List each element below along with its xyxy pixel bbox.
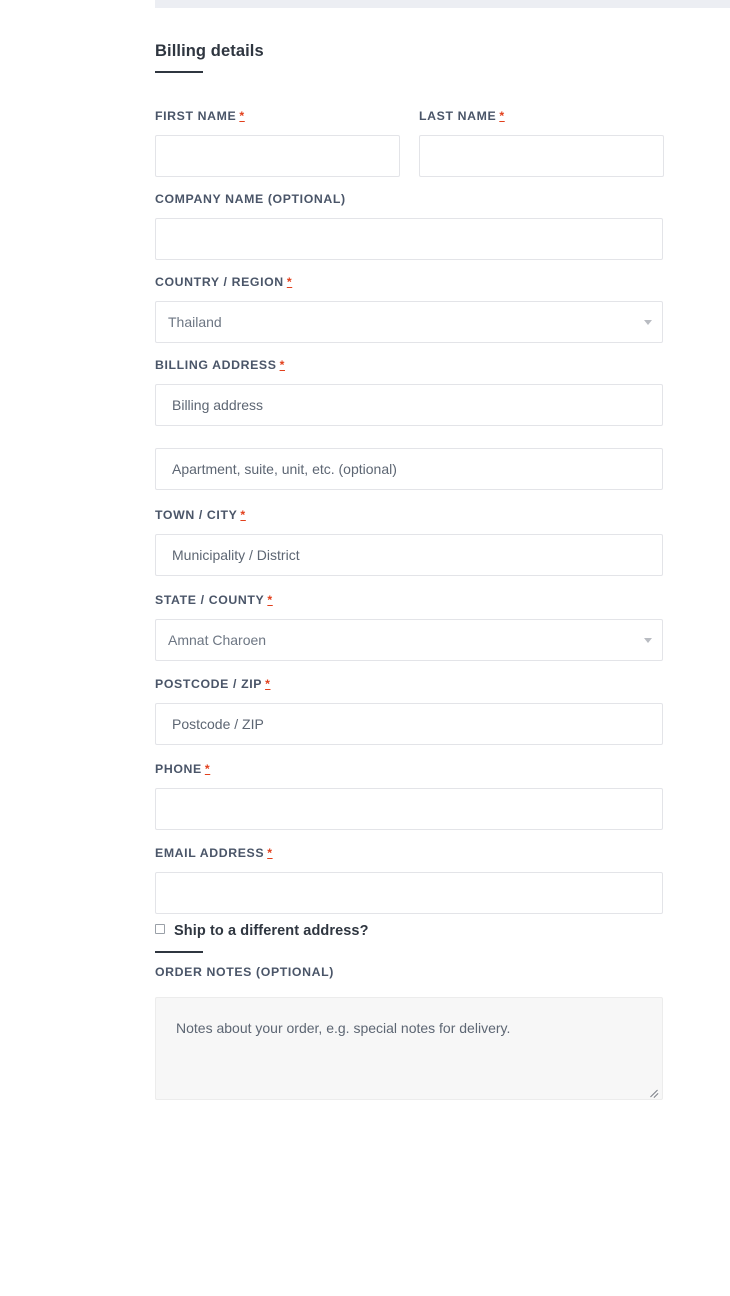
last-name-group: LAST NAME * — [419, 109, 664, 177]
required-marker: * — [265, 677, 271, 691]
required-marker: * — [240, 508, 246, 522]
country-region-group: COUNTRY / REGION * Thailand — [155, 275, 663, 343]
postcode-zip-input[interactable] — [155, 703, 663, 745]
name-row: FIRST NAME * LAST NAME * — [155, 109, 664, 177]
order-notes-group: ORDER NOTES (OPTIONAL) — [155, 965, 663, 1100]
checkbox-unchecked-icon[interactable] — [155, 924, 165, 934]
page-title: Billing details — [155, 42, 264, 60]
billing-address-line2-input[interactable] — [155, 448, 663, 490]
required-marker: * — [499, 109, 505, 123]
state-county-group: STATE / COUNTY * Amnat Charoen — [155, 593, 663, 661]
email-address-group: EMAIL ADDRESS * — [155, 846, 663, 914]
ship-different-address-row[interactable]: Ship to a different address? — [155, 923, 663, 939]
required-marker: * — [239, 109, 245, 123]
town-city-label: TOWN / CITY * — [155, 508, 246, 522]
company-name-group: COMPANY NAME (OPTIONAL) — [155, 192, 663, 260]
postcode-zip-label: POSTCODE / ZIP * — [155, 677, 271, 691]
company-name-label: COMPANY NAME (OPTIONAL) — [155, 192, 346, 206]
billing-address-input[interactable] — [155, 384, 663, 426]
first-name-label: FIRST NAME * — [155, 109, 245, 123]
order-notes-label: ORDER NOTES (OPTIONAL) — [155, 965, 334, 979]
town-city-group: TOWN / CITY * — [155, 508, 663, 576]
country-region-label: COUNTRY / REGION * — [155, 275, 293, 289]
required-marker: * — [286, 275, 293, 289]
phone-label: PHONE * — [155, 762, 211, 776]
required-marker: * — [267, 593, 273, 607]
billing-address-label: BILLING ADDRESS * — [155, 358, 285, 372]
last-name-label: LAST NAME * — [419, 109, 505, 123]
state-county-select[interactable]: Amnat Charoen — [155, 619, 663, 661]
state-county-label: STATE / COUNTY * — [155, 593, 273, 607]
phone-group: PHONE * — [155, 762, 663, 830]
billing-address-group: BILLING ADDRESS * — [155, 358, 663, 490]
phone-input[interactable] — [155, 788, 663, 830]
last-name-input[interactable] — [419, 135, 664, 177]
first-name-input[interactable] — [155, 135, 400, 177]
first-name-group: FIRST NAME * — [155, 109, 400, 177]
email-address-input[interactable] — [155, 872, 663, 914]
postcode-zip-group: POSTCODE / ZIP * — [155, 677, 663, 745]
ship-different-address-label[interactable]: Ship to a different address? — [174, 923, 369, 939]
required-marker: * — [204, 762, 211, 776]
company-name-input[interactable] — [155, 218, 663, 260]
town-city-input[interactable] — [155, 534, 663, 576]
country-region-select[interactable]: Thailand — [155, 301, 663, 343]
order-notes-textarea[interactable] — [155, 997, 663, 1100]
required-marker: * — [279, 358, 285, 372]
email-address-label: EMAIL ADDRESS * — [155, 846, 273, 860]
billing-details-form: Billing details FIRST NAME * LAST NAME * C… — [155, 41, 664, 1100]
required-marker: * — [267, 846, 273, 860]
top-band — [155, 0, 730, 8]
